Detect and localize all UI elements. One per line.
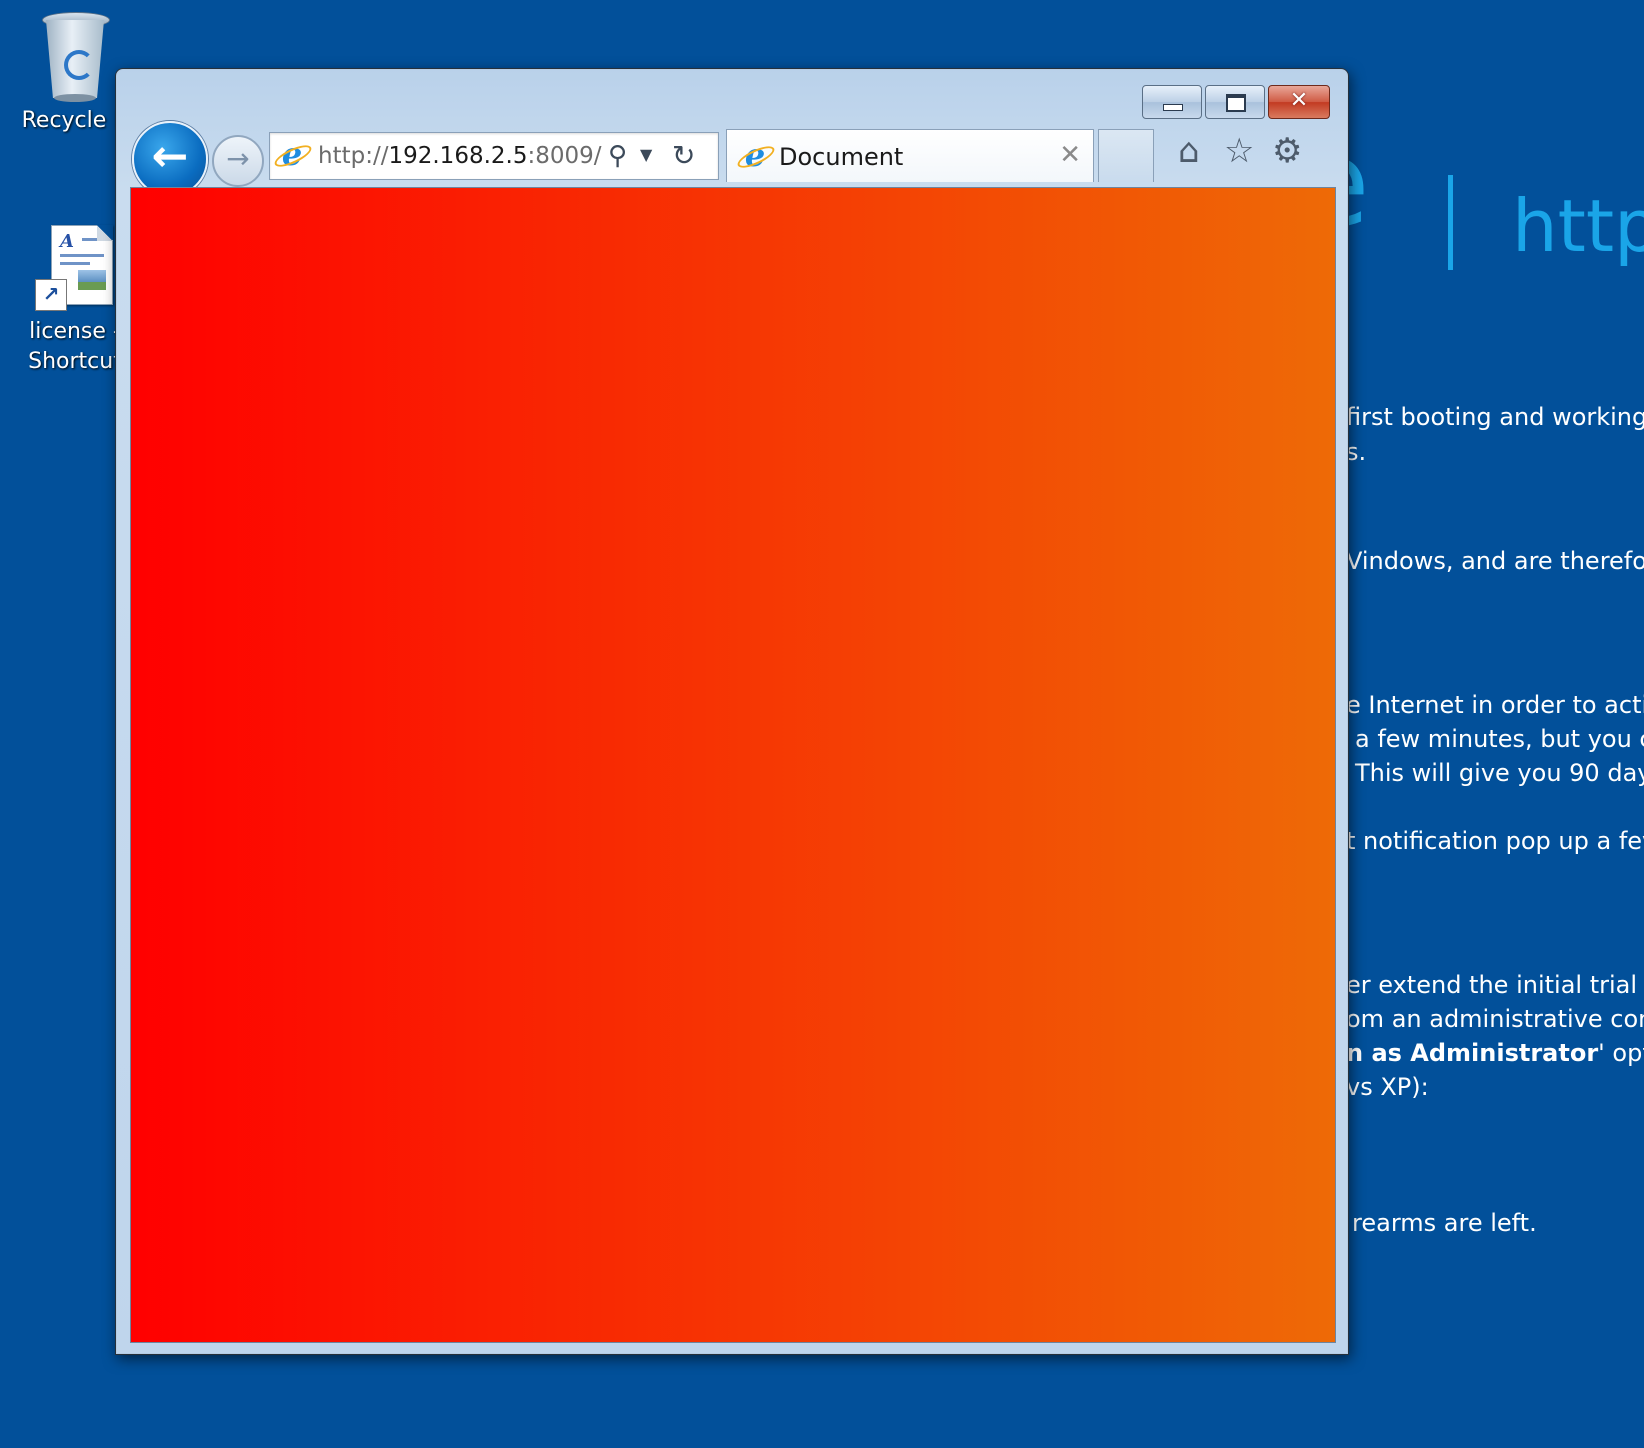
bg-page-title: http xyxy=(1512,184,1644,268)
bg-text-line: vs XP): xyxy=(1346,1073,1429,1101)
address-bar[interactable]: e http://192.168.2.5:8009/ ⚲ ▼ ↻ xyxy=(269,132,719,180)
back-arrow-icon: ← xyxy=(151,131,189,182)
bg-text-line: Vindows, and are therefor xyxy=(1346,547,1644,575)
bg-text-line: e Internet in order to activ xyxy=(1346,691,1644,719)
bg-text-line: er extend the initial trial pe xyxy=(1346,971,1644,999)
window-controls: ✕ xyxy=(1142,85,1330,119)
close-tab-icon[interactable]: ✕ xyxy=(1059,140,1081,170)
bg-text-line: n as Administrator' optic xyxy=(1346,1038,1644,1068)
ie-tab-icon: e xyxy=(739,139,771,172)
close-icon: ✕ xyxy=(1289,88,1309,113)
minimize-icon xyxy=(1163,104,1183,111)
url-port-path: :8009/ xyxy=(527,143,602,169)
new-tab-button[interactable] xyxy=(1098,129,1154,182)
bg-text-line: rearms are left. xyxy=(1352,1209,1537,1237)
url-scheme: http:// xyxy=(318,143,389,169)
forward-arrow-icon: → xyxy=(226,142,250,175)
url-host: 192.168.2.5 xyxy=(388,143,528,169)
page-viewport[interactable] xyxy=(130,187,1336,1343)
bg-text: ' optic xyxy=(1598,1039,1644,1067)
bg-text-line: t notification pop up a fev xyxy=(1346,827,1644,855)
forward-button[interactable]: → xyxy=(212,135,264,187)
bg-text-line: s. xyxy=(1346,438,1367,466)
bg-text-line: This will give you 90 days xyxy=(1355,759,1644,787)
address-url[interactable]: http://192.168.2.5:8009/ xyxy=(318,133,602,179)
ie-page-icon: e xyxy=(276,138,308,171)
bg-text-line: om an administrative comn xyxy=(1346,1005,1644,1033)
bg-bold-text: n as Administrator xyxy=(1346,1039,1599,1067)
bg-text-line: a few minutes, but you ca xyxy=(1355,725,1644,753)
bg-text-line: first booting and working xyxy=(1346,403,1644,431)
close-window-button[interactable]: ✕ xyxy=(1268,85,1330,119)
minimize-button[interactable] xyxy=(1142,85,1202,119)
tab-title: Document xyxy=(779,143,904,171)
refresh-icon[interactable]: ↻ xyxy=(672,139,695,172)
gear-icon[interactable]: ⚙ xyxy=(1272,131,1302,171)
search-icon[interactable]: ⚲ xyxy=(608,141,627,171)
maximize-button[interactable] xyxy=(1205,85,1265,119)
home-icon[interactable]: ⌂ xyxy=(1178,131,1200,171)
maximize-icon xyxy=(1226,94,1246,112)
browser-window: ✕ ← → e http://192.168.2.5:8009/ ⚲ ▼ ↻ e… xyxy=(115,68,1349,1355)
star-icon[interactable]: ☆ xyxy=(1224,131,1254,171)
back-button[interactable]: ← xyxy=(132,121,208,197)
tab-document[interactable]: e Document ✕ xyxy=(726,129,1094,182)
gradient-content xyxy=(131,188,1335,1342)
chevron-down-icon[interactable]: ▼ xyxy=(640,145,652,164)
logo-divider xyxy=(1448,175,1453,270)
